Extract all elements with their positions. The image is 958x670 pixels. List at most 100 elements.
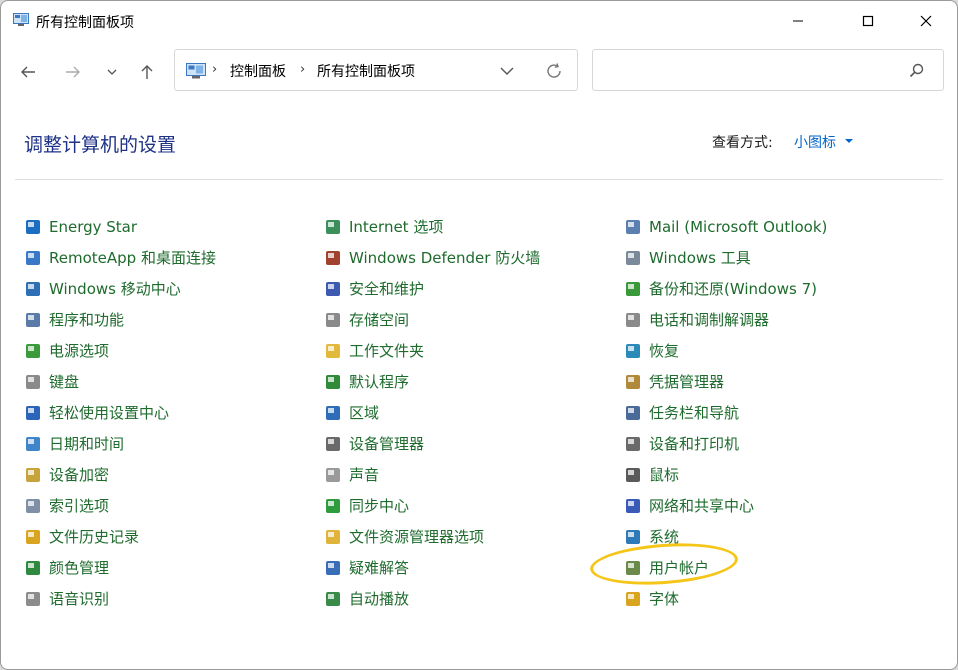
- control-panel-item-label[interactable]: Windows 工具: [649, 247, 751, 268]
- keyboard-icon: [23, 372, 43, 392]
- control-panel-item[interactable]: 文件历史记录: [23, 521, 313, 552]
- control-panel-item-label[interactable]: 索引选项: [49, 495, 109, 516]
- control-panel-item-label[interactable]: 任务栏和导航: [649, 402, 739, 423]
- control-panel-item[interactable]: 电源选项: [23, 335, 313, 366]
- address-bar[interactable]: › 控制面板 › 所有控制面板项: [174, 49, 578, 91]
- control-panel-item-label[interactable]: 程序和功能: [49, 309, 124, 330]
- control-panel-item[interactable]: 设备加密: [23, 459, 313, 490]
- search-input[interactable]: [603, 60, 897, 82]
- control-panel-item[interactable]: 网络和共享中心: [623, 490, 913, 521]
- up-button[interactable]: [136, 61, 158, 83]
- autoplay-icon: [323, 589, 343, 609]
- control-panel-item-label[interactable]: 设备加密: [49, 464, 109, 485]
- control-panel-item[interactable]: 任务栏和导航: [623, 397, 913, 428]
- breadcrumb-control-panel[interactable]: 控制面板: [230, 61, 286, 81]
- control-panel-item-label[interactable]: Energy Star: [49, 218, 137, 236]
- sync-center-icon: [323, 496, 343, 516]
- control-panel-item[interactable]: 自动播放: [323, 583, 613, 614]
- control-panel-item-label[interactable]: 工作文件夹: [349, 340, 424, 361]
- minimize-button[interactable]: [775, 1, 821, 41]
- control-panel-item[interactable]: 默认程序: [323, 366, 613, 397]
- control-panel-item[interactable]: Windows Defender 防火墙: [323, 242, 613, 273]
- caret-down-icon[interactable]: [845, 139, 853, 143]
- control-panel-item[interactable]: 语音识别: [23, 583, 313, 614]
- control-panel-item-label[interactable]: 安全和维护: [349, 278, 424, 299]
- view-by-dropdown[interactable]: 小图标: [794, 132, 836, 152]
- maximize-button[interactable]: [845, 1, 891, 41]
- control-panel-item[interactable]: 字体: [623, 583, 913, 614]
- control-panel-item-label[interactable]: 存储空间: [349, 309, 409, 330]
- control-panel-item-label[interactable]: Windows Defender 防火墙: [349, 247, 540, 268]
- control-panel-item-label[interactable]: Mail (Microsoft Outlook): [649, 218, 827, 236]
- control-panel-item-label[interactable]: Windows 移动中心: [49, 278, 181, 299]
- control-panel-item[interactable]: 设备和打印机: [623, 428, 913, 459]
- control-panel-item[interactable]: 声音: [323, 459, 613, 490]
- forward-button[interactable]: [62, 61, 84, 83]
- control-panel-item[interactable]: Internet 选项: [323, 211, 613, 242]
- control-panel-item-label[interactable]: 电话和调制解调器: [649, 309, 769, 330]
- search-icon[interactable]: [909, 63, 924, 78]
- control-panel-item[interactable]: 轻松使用设置中心: [23, 397, 313, 428]
- control-panel-item-label[interactable]: 默认程序: [349, 371, 409, 392]
- control-panel-item-label[interactable]: 键盘: [49, 371, 79, 392]
- control-panel-item-label[interactable]: 疑难解答: [349, 557, 409, 578]
- control-panel-item-label[interactable]: 设备管理器: [349, 433, 424, 454]
- date-time-icon: [26, 436, 40, 451]
- control-panel-item[interactable]: 鼠标: [623, 459, 913, 490]
- control-panel-item[interactable]: 文件资源管理器选项: [323, 521, 613, 552]
- control-panel-item[interactable]: Mail (Microsoft Outlook): [623, 211, 913, 242]
- control-panel-item[interactable]: 程序和功能: [23, 304, 313, 335]
- control-panel-item[interactable]: 同步中心: [323, 490, 613, 521]
- control-panel-item[interactable]: 凭据管理器: [623, 366, 913, 397]
- control-panel-item[interactable]: RemoteApp 和桌面连接: [23, 242, 313, 273]
- control-panel-item-label[interactable]: RemoteApp 和桌面连接: [49, 247, 216, 268]
- control-panel-item-label[interactable]: 文件资源管理器选项: [349, 526, 484, 547]
- control-panel-item[interactable]: 设备管理器: [323, 428, 613, 459]
- control-panel-item-label[interactable]: 轻松使用设置中心: [49, 402, 169, 423]
- control-panel-item-label[interactable]: 鼠标: [649, 464, 679, 485]
- control-panel-item-label[interactable]: Internet 选项: [349, 216, 443, 237]
- troubleshooting-icon: [323, 558, 343, 578]
- control-panel-item-label[interactable]: 声音: [349, 464, 379, 485]
- key-icon: [26, 467, 40, 482]
- control-panel-item-label[interactable]: 网络和共享中心: [649, 495, 754, 516]
- back-button[interactable]: [17, 61, 39, 83]
- control-panel-item-label[interactable]: 设备和打印机: [649, 433, 739, 454]
- control-panel-item-label[interactable]: 备份和还原(Windows 7): [649, 278, 817, 299]
- control-panel-item[interactable]: 疑难解答: [323, 552, 613, 583]
- control-panel-item-label[interactable]: 日期和时间: [49, 433, 124, 454]
- control-panel-item[interactable]: Windows 移动中心: [23, 273, 313, 304]
- chevron-down-icon[interactable]: [499, 63, 515, 79]
- system-icon: [626, 529, 640, 544]
- control-panel-item[interactable]: 日期和时间: [23, 428, 313, 459]
- control-panel-item-label[interactable]: 自动播放: [349, 588, 409, 609]
- control-panel-item[interactable]: 电话和调制解调器: [623, 304, 913, 335]
- internet-options-icon: [326, 219, 340, 234]
- printer-icon: [626, 436, 640, 451]
- control-panel-item[interactable]: 安全和维护: [323, 273, 613, 304]
- control-panel-item[interactable]: 备份和还原(Windows 7): [623, 273, 913, 304]
- breadcrumb-all-items[interactable]: 所有控制面板项: [317, 61, 415, 81]
- control-panel-item[interactable]: 恢复: [623, 335, 913, 366]
- control-panel-item-label[interactable]: 区域: [349, 402, 379, 423]
- control-panel-item[interactable]: 工作文件夹: [323, 335, 613, 366]
- control-panel-item[interactable]: 索引选项: [23, 490, 313, 521]
- control-panel-item[interactable]: Energy Star: [23, 211, 313, 242]
- close-button[interactable]: [903, 1, 949, 41]
- recent-locations-button[interactable]: [101, 61, 123, 83]
- control-panel-item-label[interactable]: 恢复: [649, 340, 679, 361]
- control-panel-item-label[interactable]: 语音识别: [49, 588, 109, 609]
- refresh-icon[interactable]: [545, 62, 563, 80]
- control-panel-item-label[interactable]: 文件历史记录: [49, 526, 139, 547]
- control-panel-item-label[interactable]: 颜色管理: [49, 557, 109, 578]
- control-panel-item-label[interactable]: 凭据管理器: [649, 371, 724, 392]
- control-panel-item[interactable]: 键盘: [23, 366, 313, 397]
- search-box[interactable]: [592, 49, 944, 91]
- control-panel-item-label[interactable]: 字体: [649, 588, 679, 609]
- control-panel-item-label[interactable]: 同步中心: [349, 495, 409, 516]
- control-panel-item[interactable]: Windows 工具: [623, 242, 913, 273]
- control-panel-item[interactable]: 颜色管理: [23, 552, 313, 583]
- control-panel-item[interactable]: 存储空间: [323, 304, 613, 335]
- control-panel-item-label[interactable]: 电源选项: [49, 340, 109, 361]
- control-panel-item[interactable]: 区域: [323, 397, 613, 428]
